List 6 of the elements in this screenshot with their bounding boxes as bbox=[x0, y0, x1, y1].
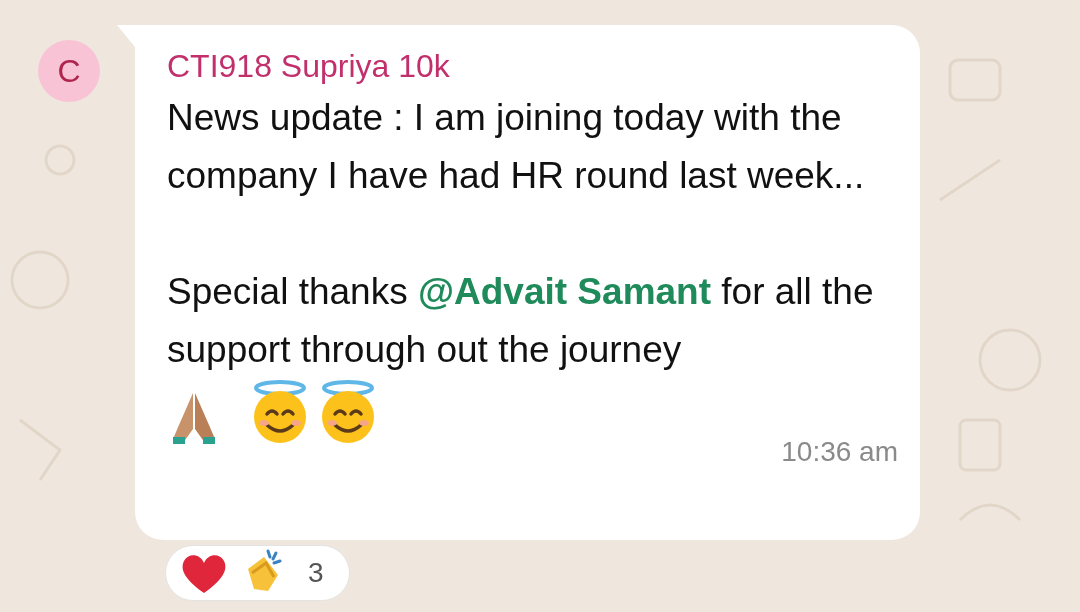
sender-name: CTI918 Supriya 10k bbox=[167, 47, 451, 86]
avatar[interactable]: C bbox=[38, 40, 100, 102]
message-text: News update : I am joining today with the company I have had HR round last week... bbox=[167, 96, 866, 198]
mention-link[interactable]: @Advait Samant bbox=[417, 271, 712, 312]
reaction-count: 3 bbox=[308, 556, 324, 590]
reactions-pill[interactable]: 3 bbox=[165, 545, 350, 601]
